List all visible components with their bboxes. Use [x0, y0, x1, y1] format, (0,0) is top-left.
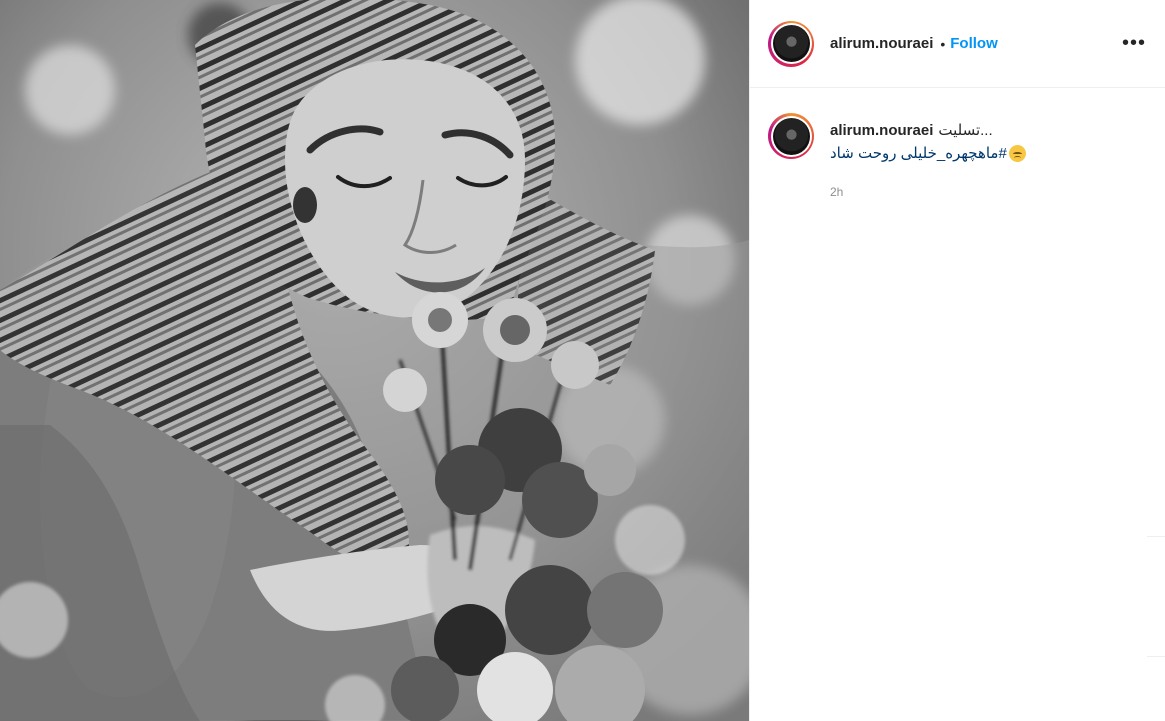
caption-avatar[interactable]	[772, 117, 810, 155]
caption-text: تسلیت...	[938, 122, 993, 139]
post-header: alirum.nouraei • Follow •••	[750, 0, 1165, 88]
caption-comment: alirum.nouraei تسلیت... #ماهچهره_خلیلی ر…	[750, 88, 1165, 204]
avatar-gap	[770, 23, 812, 64]
caption-username[interactable]: alirum.nouraei	[830, 119, 933, 142]
follow-button[interactable]: Follow	[950, 35, 998, 52]
instagram-post: alirum.nouraei • Follow ••• alirum.noura…	[0, 0, 1165, 721]
profile-avatar[interactable]	[772, 25, 810, 62]
caption-story-ring[interactable]	[768, 113, 814, 159]
story-ring[interactable]	[768, 20, 814, 67]
more-options-icon[interactable]: •••	[1122, 32, 1149, 55]
post-photo[interactable]	[0, 0, 749, 721]
comment-divider-2	[1147, 656, 1165, 657]
woman-smelling-roses-image	[0, 0, 749, 721]
caption-line: alirum.nouraei تسلیت...	[830, 119, 1026, 142]
caption-avatar-gap	[770, 115, 812, 157]
caption-hashtag[interactable]: #ماهچهره_خلیلی روحت شاد	[830, 142, 1007, 165]
header-separator: •	[940, 35, 946, 52]
comment-divider-1	[1147, 536, 1165, 537]
caption-hashtag-line: #ماهچهره_خلیلی روحت شاد	[830, 142, 1026, 165]
caption-body: alirum.nouraei تسلیت... #ماهچهره_خلیلی ر…	[830, 119, 1026, 204]
post-sidebar: alirum.nouraei • Follow ••• alirum.noura…	[749, 0, 1165, 721]
post-username[interactable]: alirum.nouraei	[830, 35, 933, 52]
post-timestamp[interactable]: 2h	[830, 181, 1026, 204]
pensive-face-icon	[1008, 145, 1026, 162]
